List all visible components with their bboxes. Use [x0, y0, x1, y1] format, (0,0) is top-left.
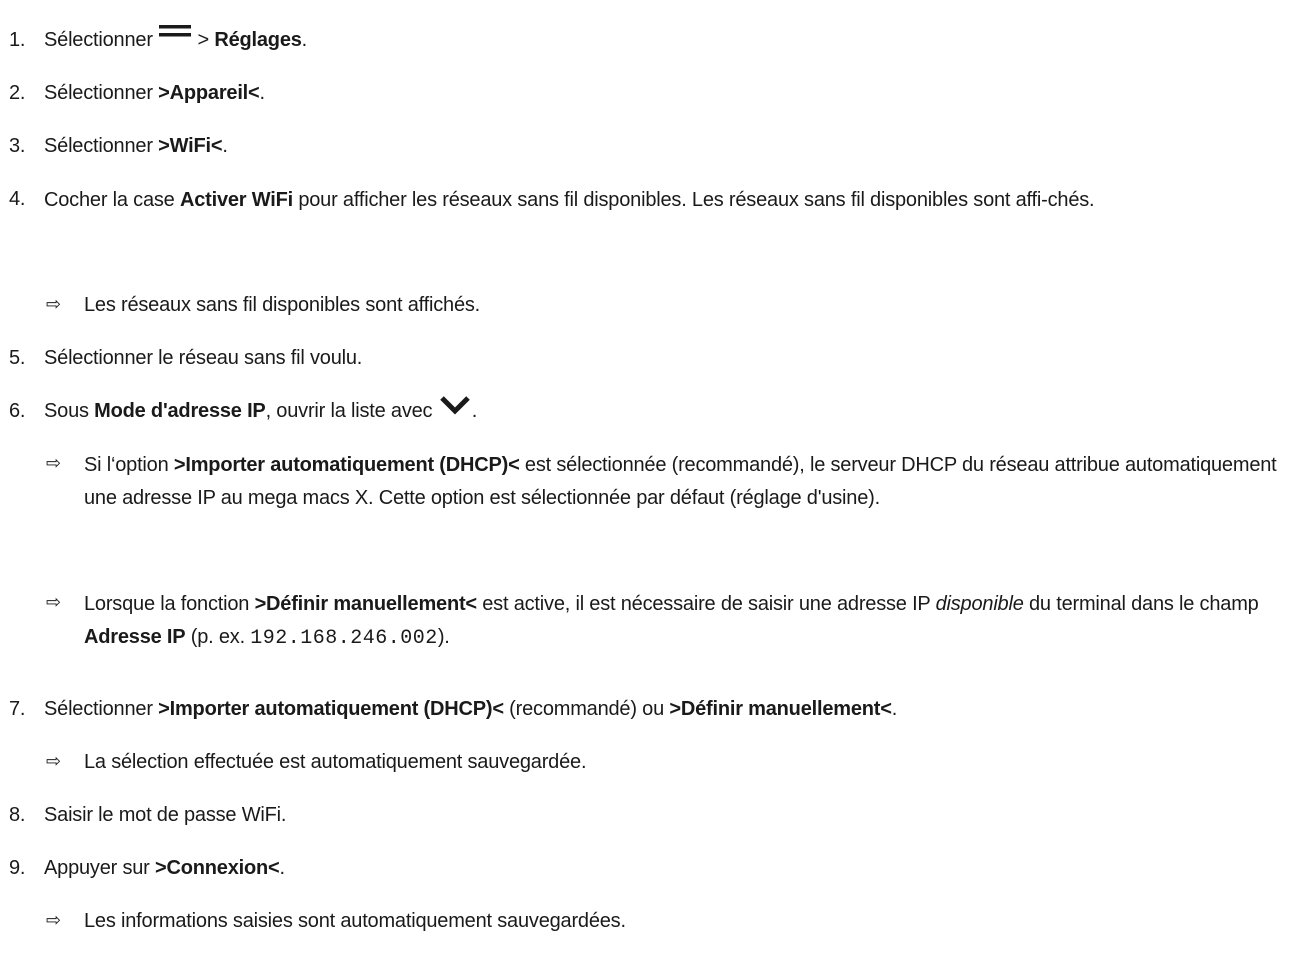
label-mode-adresse-ip: Mode d'adresse IP: [94, 400, 266, 422]
label-importer-dhcp: >Importer automatiquement (DHCP)<: [173, 454, 520, 476]
label-wifi: >WiFi<: [158, 135, 223, 157]
label-adresse-ip: Adresse IP: [84, 626, 186, 648]
step-text: Sélectionner >Appareil<.: [44, 82, 265, 104]
result-arrow-icon: ⇨: [46, 453, 61, 474]
label-definir-manuellement: >Définir manuellement<: [254, 593, 478, 615]
step-text: Sous Mode d'adresse IP, ouvrir la liste …: [44, 395, 477, 426]
label-appareil: >Appareil<: [158, 82, 260, 104]
step-number: 1.: [9, 29, 26, 51]
result-arrow-icon: ⇨: [46, 592, 61, 613]
label-activer-wifi: Activer WiFi: [179, 189, 293, 211]
step-text: Sélectionner le réseau sans fil voulu.: [44, 347, 363, 369]
result-arrow-icon: ⇨: [46, 751, 61, 772]
step-text: Sélectionner > Réglages.: [44, 24, 307, 55]
result-text: Si l‘option >Importer automatiquement (D…: [84, 454, 1277, 509]
label-connexion: >Connexion<: [155, 857, 280, 879]
step-number: 9.: [9, 857, 26, 879]
step-number: 7.: [9, 698, 26, 720]
result-arrow-icon: ⇨: [46, 910, 61, 931]
label-reglages: Réglages: [214, 29, 302, 51]
step-number: 4.: [9, 188, 26, 210]
label-disponible: disponible: [935, 593, 1024, 615]
step-text: Appuyer sur >Connexion<.: [44, 857, 285, 879]
hamburger-menu-icon: [159, 24, 192, 37]
step-number: 3.: [9, 135, 26, 157]
step-text: Sélectionner >Importer automatiquement (…: [44, 698, 898, 720]
step-number: 2.: [9, 82, 26, 104]
step-text: Saisir le mot de passe WiFi.: [44, 804, 287, 826]
step-number: 6.: [9, 400, 26, 422]
label-importer-dhcp: >Importer automatiquement (DHCP)<: [158, 698, 504, 720]
step-text: Cocher la case Activer WiFi pour affiche…: [44, 189, 1095, 211]
result-arrow-icon: ⇨: [46, 294, 61, 315]
chevron-down-icon: [439, 395, 470, 415]
result-text: Les informations saisies sont automatiqu…: [84, 910, 626, 932]
result-text: Les réseaux sans fil disponibles sont af…: [84, 294, 481, 316]
label-definir-manuellement: >Définir manuellement<: [669, 698, 892, 720]
result-text: Lorsque la fonction >Définir manuellemen…: [84, 593, 1259, 650]
step-number: 5.: [9, 347, 26, 369]
result-text: La sélection effectuée est automatiqueme…: [84, 751, 587, 773]
step-text: Sélectionner >WiFi<.: [44, 135, 228, 157]
ip-example: 192.168.246.002: [250, 627, 438, 650]
step-number: 8.: [9, 804, 26, 826]
